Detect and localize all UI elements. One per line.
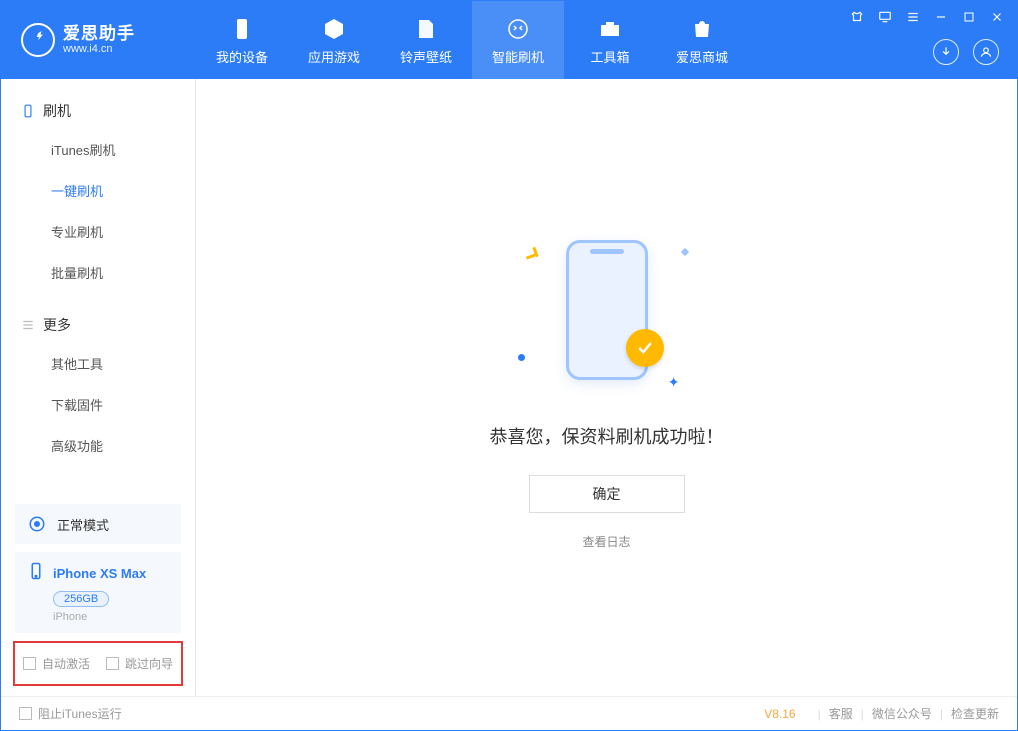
diamond-icon [680, 248, 688, 256]
close-button[interactable] [989, 9, 1005, 25]
nav-store[interactable]: 爱思商城 [656, 1, 748, 79]
download-button[interactable] [933, 39, 959, 65]
header: 爱思助手 www.i4.cn 我的设备 应用游戏 铃声壁纸 智能刷机 [1, 1, 1017, 79]
storage-badge: 256GB [53, 591, 109, 607]
logo: 爱思助手 www.i4.cn [1, 1, 196, 79]
sidebar-item-one-click-flash[interactable]: 一键刷机 [1, 170, 195, 211]
status-bar: 阻止iTunes运行 V8.16 | 客服 | 微信公众号 | 检查更新 [1, 696, 1017, 730]
version-label: V8.16 [764, 707, 795, 721]
bag-icon [688, 15, 716, 43]
header-actions [933, 39, 999, 65]
device-type: iPhone [53, 611, 169, 623]
nav-toolbox[interactable]: 工具箱 [564, 1, 656, 79]
music-file-icon [412, 15, 440, 43]
customer-service-link[interactable]: 客服 [829, 705, 853, 722]
sidebar-item-itunes-flash[interactable]: iTunes刷机 [1, 129, 195, 170]
confirm-button[interactable]: 确定 [529, 475, 685, 513]
minimize-button[interactable] [933, 9, 949, 25]
logo-icon [21, 23, 55, 57]
checkbox-label: 跳过向导 [125, 655, 173, 672]
list-icon [21, 318, 35, 332]
normal-mode-icon [27, 514, 47, 534]
app-subtitle: www.i4.cn [63, 43, 135, 55]
device-panels: 正常模式 iPhone XS Max 256GB iPhone [1, 504, 195, 641]
nav-label: 应用游戏 [308, 47, 360, 66]
mode-label: 正常模式 [57, 515, 109, 534]
sidebar-group-more: 更多 [1, 307, 195, 343]
sidebar-item-pro-flash[interactable]: 专业刷机 [1, 211, 195, 252]
view-log-link[interactable]: 查看日志 [490, 533, 724, 550]
stop-itunes-checkbox[interactable]: 阻止iTunes运行 [19, 705, 122, 722]
skip-guide-checkbox[interactable]: 跳过向导 [106, 655, 173, 672]
checkbox-label: 自动激活 [42, 655, 90, 672]
device-name: iPhone XS Max [53, 566, 146, 581]
top-nav: 我的设备 应用游戏 铃声壁纸 智能刷机 工具箱 爱思商城 [196, 1, 748, 79]
sidebar-item-download-firmware[interactable]: 下载固件 [1, 384, 195, 425]
nav-label: 工具箱 [590, 47, 629, 66]
phone-outline-icon [21, 104, 35, 118]
sidebar-item-advanced[interactable]: 高级功能 [1, 425, 195, 466]
plus-icon: ✦ [668, 374, 680, 391]
nav-smart-flash[interactable]: 智能刷机 [472, 1, 564, 79]
checkmark-badge-icon [626, 329, 664, 367]
window-controls [849, 9, 1005, 25]
app-window: 爱思助手 www.i4.cn 我的设备 应用游戏 铃声壁纸 智能刷机 [0, 0, 1018, 731]
checkbox-icon [23, 657, 36, 670]
phone-icon [228, 15, 256, 43]
maximize-button[interactable] [961, 9, 977, 25]
checkbox-label: 阻止iTunes运行 [38, 705, 122, 722]
feedback-icon[interactable] [877, 9, 893, 25]
success-block: ✦ 恭喜您，保资料刷机成功啦！ 确定 查看日志 [490, 225, 724, 550]
success-illustration: ✦ [512, 225, 702, 395]
nav-label: 爱思商城 [676, 47, 728, 66]
nav-my-device[interactable]: 我的设备 [196, 1, 288, 79]
body: 刷机 iTunes刷机 一键刷机 专业刷机 批量刷机 更多 其他工具 下载固件 … [1, 79, 1017, 696]
nav-label: 铃声壁纸 [400, 47, 452, 66]
skin-icon[interactable] [849, 9, 865, 25]
nav-ringtones[interactable]: 铃声壁纸 [380, 1, 472, 79]
toolbox-icon [596, 15, 624, 43]
nav-label: 我的设备 [216, 47, 268, 66]
sidebar-item-other-tools[interactable]: 其他工具 [1, 343, 195, 384]
nav-apps-games[interactable]: 应用游戏 [288, 1, 380, 79]
user-button[interactable] [973, 39, 999, 65]
menu-icon[interactable] [905, 9, 921, 25]
sidebar-group-flash: 刷机 [1, 93, 195, 129]
sidebar: 刷机 iTunes刷机 一键刷机 专业刷机 批量刷机 更多 其他工具 下载固件 … [1, 79, 196, 696]
nav-label: 智能刷机 [492, 47, 544, 66]
checkbox-icon [106, 657, 119, 670]
check-update-link[interactable]: 检查更新 [951, 705, 999, 722]
mode-panel[interactable]: 正常模式 [15, 504, 181, 544]
device-phone-icon [27, 562, 45, 585]
group-title: 更多 [43, 315, 71, 335]
cube-icon [320, 15, 348, 43]
wechat-link[interactable]: 微信公众号 [872, 705, 932, 722]
highlighted-options: 自动激活 跳过向导 [13, 641, 183, 686]
group-title: 刷机 [43, 101, 71, 121]
device-panel[interactable]: iPhone XS Max 256GB iPhone [15, 552, 181, 633]
success-message: 恭喜您，保资料刷机成功啦！ [490, 423, 724, 449]
sidebar-item-batch-flash[interactable]: 批量刷机 [1, 252, 195, 293]
checkbox-icon [19, 707, 32, 720]
refresh-shield-icon [504, 15, 532, 43]
auto-activate-checkbox[interactable]: 自动激活 [23, 655, 90, 672]
main-content: ✦ 恭喜您，保资料刷机成功啦！ 确定 查看日志 [196, 79, 1017, 696]
dot-icon [518, 354, 525, 361]
app-title: 爱思助手 [63, 25, 135, 44]
